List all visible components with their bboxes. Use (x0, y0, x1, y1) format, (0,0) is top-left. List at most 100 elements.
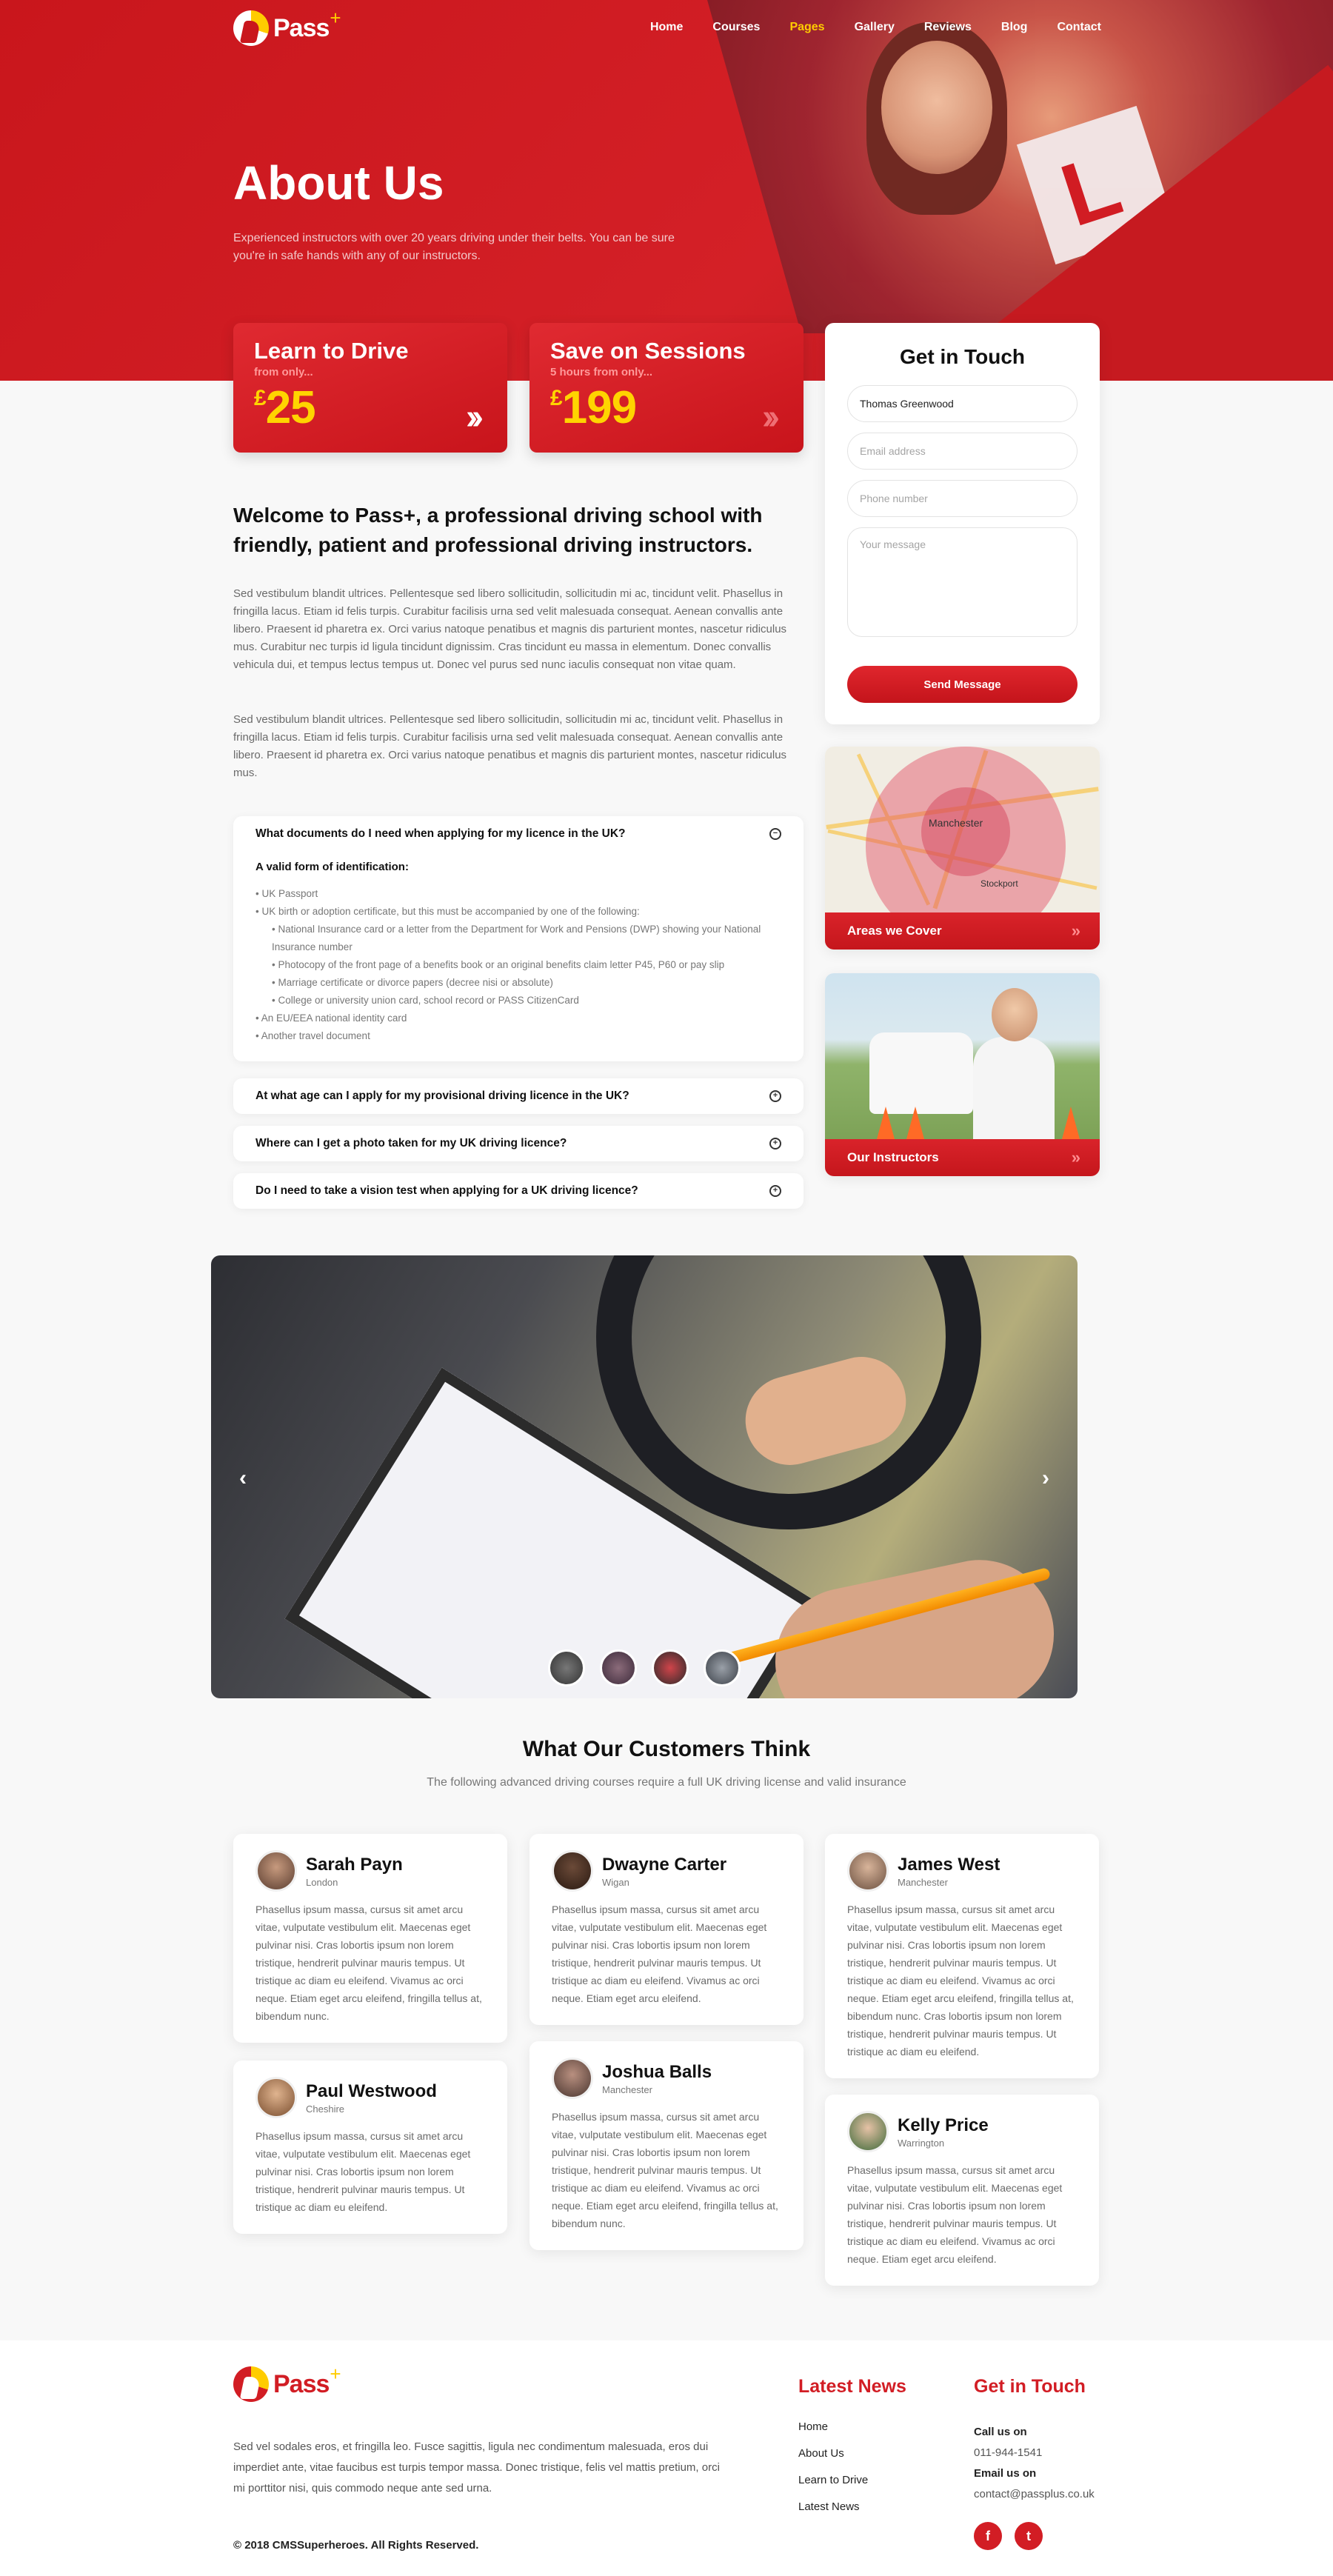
footer-link-home[interactable]: Home (798, 2420, 868, 2447)
footer-news-title: Latest News (798, 2376, 906, 2397)
testimonial-location: Wigan (602, 1876, 629, 1888)
testimonial-card: Paul Westwood Cheshire Phasellus ipsum m… (233, 2061, 507, 2234)
nav-gallery[interactable]: Gallery (855, 21, 895, 34)
faq-item-expanded: What documents do I need when applying f… (233, 816, 804, 1061)
contact-form-title: Get in Touch (899, 345, 1026, 368)
testimonial-card: Dwayne Carter Wigan Phasellus ipsum mass… (529, 1834, 804, 2025)
faq-question[interactable]: What documents do I need when applying f… (255, 816, 781, 852)
copyright: © 2018 CMSSuperheroes. All Rights Reserv… (233, 2539, 479, 2552)
phone-field[interactable] (847, 480, 1078, 517)
double-chevron-right-icon: » (1071, 1148, 1080, 1167)
testimonial-location: Cheshire (306, 2103, 345, 2115)
testimonial-card: James West Manchester Phasellus ipsum ma… (825, 1834, 1099, 2078)
testimonial-name: Dwayne Carter (602, 1854, 727, 1875)
testimonial-location: Manchester (602, 2083, 652, 2095)
expand-icon[interactable]: + (769, 1138, 781, 1149)
page-title: About Us (233, 156, 444, 210)
list-item: UK birth or adoption certificate, but th… (255, 903, 781, 921)
slider-thumbnail[interactable] (704, 1649, 741, 1686)
chevron-left-icon[interactable]: ‹ (239, 1466, 247, 1491)
site-footer: Pass + Sed vel sodales eros, et fringill… (0, 2340, 1333, 2576)
welcome-heading: Welcome to Pass+, a professional driving… (233, 504, 763, 556)
phone-number[interactable]: 011-944-1541 (974, 2443, 1095, 2463)
nav-reviews[interactable]: Reviews (924, 21, 972, 34)
twitter-icon[interactable]: t (1015, 2522, 1043, 2550)
testimonial-text: Phasellus ipsum massa, cursus sit amet a… (847, 2164, 1063, 2265)
nav-blog[interactable]: Blog (1001, 21, 1028, 34)
testimonial-text: Phasellus ipsum massa, cursus sit amet a… (552, 1903, 767, 2004)
our-instructors-card[interactable]: Our Instructors » (825, 973, 1100, 1176)
contact-form-card: Get in Touch Send Message (825, 323, 1100, 724)
faq-answer-title: A valid form of identification: (255, 861, 409, 873)
email-address[interactable]: contact@passplus.co.uk (974, 2484, 1095, 2505)
promo-learn-to-drive[interactable]: Learn to Drive from only... £25 ›› (233, 323, 507, 453)
expand-icon[interactable]: + (769, 1185, 781, 1197)
chevron-right-icon[interactable]: › (1042, 1466, 1049, 1491)
testimonial-location: Warrington (898, 2137, 945, 2149)
nav-pages[interactable]: Pages (789, 21, 824, 34)
nav-courses[interactable]: Courses (712, 21, 760, 34)
faq-item[interactable]: Do I need to take a vision test when app… (233, 1173, 804, 1209)
footer-link-latest-news[interactable]: Latest News (798, 2500, 868, 2527)
logo-text: Pass (273, 2369, 330, 2398)
welcome-paragraph-2: Sed vestibulum blandit ultrices. Pellent… (233, 713, 787, 779)
list-item: College or university union card, school… (255, 992, 781, 1010)
name-field[interactable] (847, 385, 1078, 422)
footer-news-links: Home About Us Learn to Drive Latest News (798, 2420, 868, 2527)
call-label: Call us on (974, 2426, 1027, 2438)
top-navigation: Pass + Home Courses Pages Gallery Review… (0, 0, 1333, 59)
nav-contact[interactable]: Contact (1057, 21, 1101, 34)
areas-we-cover-label: Areas we Cover (847, 924, 942, 938)
slider-thumbnail[interactable] (600, 1649, 637, 1686)
testimonial-name: Paul Westwood (306, 2081, 437, 2101)
areas-we-cover-card[interactable]: Manchester Stockport Areas we Cover » (825, 747, 1100, 950)
list-item: An EU/EEA national identity card (255, 1010, 781, 1027)
image-slider: ‹ › (211, 1255, 1078, 1698)
facebook-icon[interactable]: f (974, 2522, 1002, 2550)
nav-home[interactable]: Home (650, 21, 683, 34)
testimonials-subtitle: The following advanced driving courses r… (427, 1776, 906, 1789)
avatar (552, 1850, 593, 1892)
faq-item[interactable]: At what age can I apply for my provision… (233, 1078, 804, 1114)
expand-icon[interactable]: + (769, 1090, 781, 1102)
footer-link-about-us[interactable]: About Us (798, 2447, 868, 2474)
footer-link-learn-to-drive[interactable]: Learn to Drive (798, 2474, 868, 2500)
faq-question[interactable]: At what age can I apply for my provision… (255, 1078, 781, 1114)
slider-thumbnail[interactable] (652, 1649, 689, 1686)
promo-title: Save on Sessions (550, 338, 746, 364)
list-item: UK Passport (255, 885, 781, 903)
map-label-manchester: Manchester (929, 817, 983, 829)
testimonials-title: What Our Customers Think (522, 1737, 811, 1761)
site-logo[interactable]: Pass + (233, 6, 341, 46)
footer-logo[interactable]: Pass + (233, 2363, 341, 2402)
double-chevron-right-icon[interactable]: ›› (466, 397, 484, 438)
faq-question[interactable]: Where can I get a photo taken for my UK … (255, 1126, 781, 1161)
avatar (847, 1850, 889, 1892)
testimonial-card: Kelly Price Warrington Phasellus ipsum m… (825, 2095, 1099, 2286)
list-item: National Insurance card or a letter from… (255, 921, 781, 956)
collapse-icon[interactable]: − (769, 828, 781, 840)
testimonial-card: Joshua Balls Manchester Phasellus ipsum … (529, 2041, 804, 2250)
testimonial-text: Phasellus ipsum massa, cursus sit amet a… (255, 1903, 482, 2022)
testimonial-name: Sarah Payn (306, 1854, 403, 1875)
list-item: Another travel document (255, 1027, 781, 1045)
message-field[interactable] (847, 527, 1078, 637)
slider-thumbnail[interactable] (548, 1649, 585, 1686)
logo-text: Pass (273, 13, 330, 42)
double-chevron-right-icon[interactable]: ›› (762, 397, 780, 438)
email-field[interactable] (847, 433, 1078, 470)
hero-subtitle: Experienced instructors with over 20 yea… (233, 232, 675, 262)
list-item: Marriage certificate or divorce papers (… (255, 974, 781, 992)
slider-thumbnails (548, 1649, 741, 1686)
welcome-paragraph-1: Sed vestibulum blandit ultrices. Pellent… (233, 587, 787, 671)
faq-question[interactable]: Do I need to take a vision test when app… (255, 1173, 781, 1209)
footer-about-text: Sed vel sodales eros, et fringilla leo. … (233, 2440, 720, 2495)
logo-icon (233, 10, 269, 46)
avatar (255, 2077, 297, 2118)
logo-plus: + (330, 6, 341, 29)
faq-item[interactable]: Where can I get a photo taken for my UK … (233, 1126, 804, 1161)
main-menu: Home Courses Pages Gallery Reviews Blog … (621, 21, 1101, 34)
send-message-button[interactable]: Send Message (847, 666, 1078, 703)
promo-save-on-sessions[interactable]: Save on Sessions 5 hours from only... £1… (529, 323, 804, 453)
our-instructors-label: Our Instructors (847, 1150, 939, 1164)
